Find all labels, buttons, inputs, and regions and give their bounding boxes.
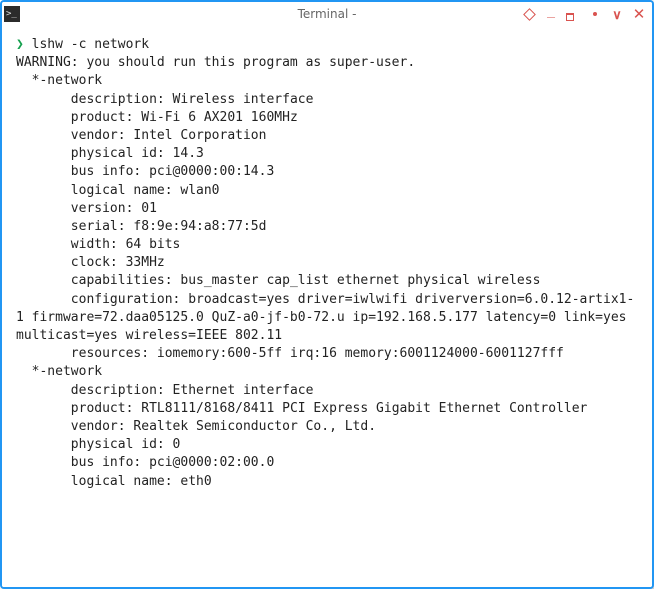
diamond-icon [523, 8, 536, 21]
titlebar[interactable]: >_ Terminal - _ ∨ ✕ [2, 2, 652, 24]
terminal-window: >_ Terminal - _ ∨ ✕ ❯ lshw -c network WA… [0, 0, 654, 589]
ontop-button[interactable] [522, 7, 536, 21]
command-text: lshw -c network [32, 37, 149, 52]
prompt-symbol: ❯ [16, 37, 24, 52]
command-output: WARNING: you should run this program as … [16, 55, 634, 488]
window-controls: _ ∨ ✕ [522, 7, 646, 21]
minimize-button[interactable]: _ [544, 4, 558, 18]
dot-button[interactable] [588, 7, 602, 21]
terminal-icon-glyph: >_ [6, 10, 17, 19]
dot-icon [593, 12, 597, 16]
maximize-icon [566, 7, 580, 21]
dropdown-button[interactable]: ∨ [610, 7, 624, 21]
terminal-body[interactable]: ❯ lshw -c network WARNING: you should ru… [2, 24, 652, 587]
maximize-button[interactable] [566, 7, 580, 21]
close-button[interactable]: ✕ [632, 7, 646, 21]
terminal-app-icon: >_ [4, 6, 20, 22]
